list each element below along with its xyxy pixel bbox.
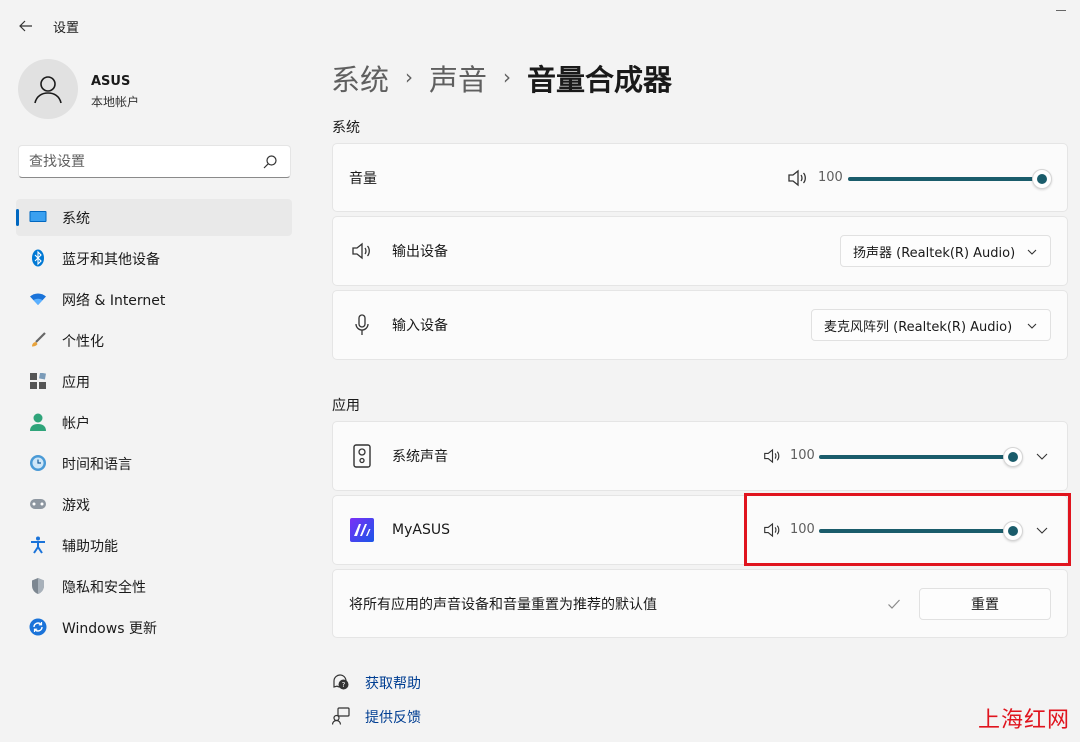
svg-text:?: ? [342, 681, 346, 689]
wifi-icon [29, 290, 47, 308]
sidebar-item-label: 应用 [62, 374, 90, 391]
breadcrumb: 系统 › 声音 › 音量合成器 [331, 58, 672, 98]
breadcrumb-system[interactable]: 系统 [331, 57, 389, 99]
search-icon[interactable] [262, 154, 278, 170]
gamepad-icon [29, 495, 47, 513]
apps-icon [29, 372, 47, 390]
person-icon [29, 413, 47, 431]
sidebar-item-apps[interactable]: 应用 [16, 363, 292, 400]
sidebar-item-system[interactable]: 系统 [16, 199, 292, 236]
account-name: ASUS [91, 74, 131, 89]
check-icon [888, 599, 900, 609]
search-box[interactable] [18, 145, 291, 178]
get-help-label[interactable]: 获取帮助 [365, 673, 421, 693]
back-button[interactable] [14, 14, 38, 38]
sidebar-item-label: 辅助功能 [62, 538, 118, 555]
sidebar-item-accessibility[interactable]: 辅助功能 [16, 527, 292, 564]
sidebar-item-time-language[interactable]: 时间和语言 [16, 445, 292, 482]
section-title-system: 系统 [332, 120, 360, 136]
breadcrumb-sound[interactable]: 声音 [429, 57, 487, 99]
accessibility-icon [29, 536, 47, 554]
master-volume-value: 100 [818, 169, 843, 185]
sidebar-item-gaming[interactable]: 游戏 [16, 486, 292, 523]
app-volume-slider[interactable] [819, 455, 1015, 459]
input-device-dropdown[interactable]: 麦克风阵列 (Realtek(R) Audio) [811, 309, 1051, 341]
brush-icon [29, 331, 47, 349]
page-title: 音量合成器 [527, 63, 673, 97]
microphone-icon [350, 313, 374, 337]
input-device-card: 输入设备 麦克风阵列 (Realtek(R) Audio) [332, 290, 1068, 360]
sidebar-item-accounts[interactable]: 帐户 [16, 404, 292, 441]
user-icon [34, 76, 62, 104]
myasus-logo-icon [350, 518, 374, 542]
output-device-card: 输出设备 扬声器 (Realtek(R) Audio) [332, 216, 1068, 286]
update-icon [29, 618, 47, 636]
speaker-icon[interactable] [787, 168, 809, 188]
sidebar-item-label: 游戏 [62, 497, 90, 514]
chevron-down-icon [1027, 323, 1037, 329]
master-volume-control: 100 [787, 168, 1057, 189]
sidebar-nav: 系统 蓝牙和其他设备 网络 & Internet 个性化 应用 帐户 时间和语言… [16, 199, 292, 650]
app-volume-value: 100 [790, 448, 815, 463]
chevron-down-icon [1027, 249, 1037, 255]
reset-description: 将所有应用的声音设备和音量重置为推荐的默认值 [349, 596, 657, 613]
input-device-value: 麦克风阵列 (Realtek(R) Audio) [824, 319, 1013, 335]
reset-button[interactable]: 重置 [919, 587, 1051, 620]
output-device-value: 扬声器 (Realtek(R) Audio) [853, 245, 1016, 261]
app-volume-control: 100 [763, 446, 1033, 467]
speaker-box-icon [350, 444, 374, 468]
clock-icon [29, 454, 47, 472]
app-name: 系统声音 [392, 449, 448, 465]
sidebar-item-label: 系统 [62, 210, 90, 227]
sidebar-item-network[interactable]: 网络 & Internet [16, 281, 292, 318]
output-device-dropdown[interactable]: 扬声器 (Realtek(R) Audio) [840, 235, 1051, 267]
avatar[interactable] [18, 59, 78, 119]
sidebar-item-label: 蓝牙和其他设备 [62, 251, 160, 268]
sidebar-item-label: Windows 更新 [62, 620, 157, 637]
sidebar-item-bluetooth[interactable]: 蓝牙和其他设备 [16, 240, 292, 277]
app-volume-thumb[interactable] [1003, 447, 1023, 467]
sidebar-item-personalization[interactable]: 个性化 [16, 322, 292, 359]
watermark: 上海红网 [977, 708, 1070, 733]
volume-label: 音量 [349, 170, 377, 187]
breadcrumb-separator: › [405, 65, 414, 89]
arrow-left-icon [19, 20, 32, 32]
sidebar-item-label: 网络 & Internet [62, 292, 166, 309]
sidebar-item-privacy[interactable]: 隐私和安全性 [16, 568, 292, 605]
chevron-down-icon[interactable] [1034, 448, 1050, 464]
master-volume-slider[interactable] [848, 176, 1043, 181]
master-volume-card: 音量 100 [332, 143, 1068, 212]
speaker-icon [350, 239, 374, 263]
output-device-label: 输出设备 [392, 244, 448, 260]
input-device-label: 输入设备 [392, 318, 448, 334]
title-bar: 设置 [0, 0, 1080, 52]
section-title-apps: 应用 [332, 398, 360, 414]
sidebar-item-windows-update[interactable]: Windows 更新 [16, 609, 292, 646]
app-card-system-sounds: 系统声音 100 [332, 421, 1068, 491]
sidebar-item-label: 隐私和安全性 [62, 579, 146, 596]
window-title: 设置 [53, 21, 80, 36]
sidebar-item-label: 个性化 [62, 333, 104, 350]
shield-icon [29, 577, 47, 595]
feedback-icon [332, 707, 350, 725]
master-volume-thumb[interactable] [1032, 168, 1052, 189]
speaker-icon[interactable] [763, 447, 782, 465]
app-name: MyASUS [392, 522, 450, 538]
reset-card: 将所有应用的声音设备和音量重置为推荐的默认值 重置 [332, 569, 1068, 638]
highlight-box [744, 493, 1071, 566]
bluetooth-icon [29, 249, 47, 267]
search-input[interactable] [29, 152, 259, 172]
system-icon [29, 208, 47, 226]
minimize-button[interactable] [1056, 10, 1066, 11]
sidebar-item-label: 时间和语言 [62, 456, 132, 473]
sidebar-item-label: 帐户 [62, 415, 90, 432]
breadcrumb-separator: › [503, 65, 512, 89]
account-type: 本地帐户 [91, 95, 140, 109]
feedback-label[interactable]: 提供反馈 [365, 707, 421, 727]
help-icon: ? [333, 674, 349, 690]
